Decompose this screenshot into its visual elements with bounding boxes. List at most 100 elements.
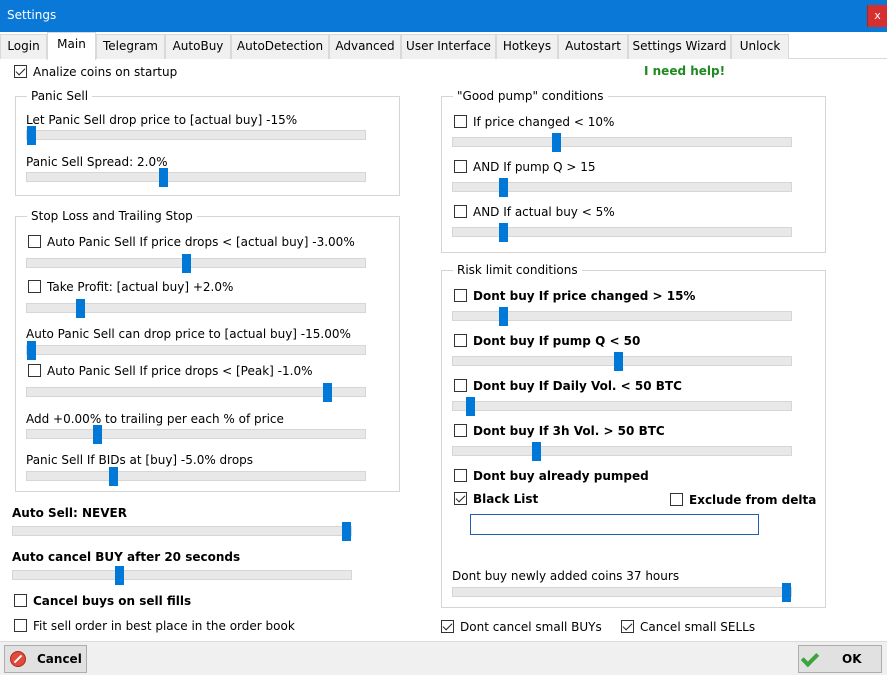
take-profit-label: Take Profit: [actual buy] +2.0%	[47, 280, 234, 294]
slider-thumb[interactable]	[27, 126, 36, 145]
gp-actual-buy-label: AND If actual buy < 5%	[473, 205, 615, 219]
dont-cancel-small-buys-checkbox[interactable]	[441, 620, 454, 633]
check-icon	[800, 648, 820, 668]
ok-button-label: OK	[842, 652, 862, 666]
new-coins-slider[interactable]	[452, 583, 792, 602]
slider-thumb[interactable]	[499, 223, 508, 242]
slider-thumb[interactable]	[323, 383, 332, 402]
bids-label: Panic Sell If BIDs at [buy] -5.0% drops	[26, 453, 254, 467]
cancel-icon	[10, 651, 26, 667]
risk-pumped-label: Dont buy already pumped	[473, 469, 649, 483]
close-button[interactable]: x	[867, 5, 887, 27]
gp-price-checkbox[interactable]	[454, 115, 467, 128]
slider-thumb[interactable]	[93, 425, 102, 444]
slider-thumb[interactable]	[552, 133, 561, 152]
ok-button[interactable]: OK	[798, 645, 882, 673]
fit-sell-label: Fit sell order in best place in the orde…	[33, 619, 295, 633]
can-drop-slider[interactable]	[26, 341, 366, 360]
auto-sell-slider[interactable]	[12, 522, 352, 541]
risk-limit-title: Risk limit conditions	[453, 263, 582, 277]
tab-login[interactable]: Login	[0, 34, 47, 59]
tab-telegram[interactable]: Telegram	[96, 34, 165, 59]
cancel-button-label: Cancel	[37, 652, 82, 666]
analize-checkbox[interactable]	[14, 65, 27, 78]
tab-autodetection[interactable]: AutoDetection	[231, 34, 329, 59]
slider-thumb[interactable]	[27, 341, 36, 360]
tab-autobuy[interactable]: AutoBuy	[165, 34, 231, 59]
tab-settings-wizard[interactable]: Settings Wizard	[628, 34, 731, 59]
slider-thumb[interactable]	[109, 467, 118, 486]
peak-slider[interactable]	[26, 383, 366, 402]
risk-pumped-checkbox[interactable]	[454, 469, 467, 482]
window-title: Settings	[7, 8, 57, 22]
auto-sell-label: Auto Sell: NEVER	[12, 506, 127, 520]
risk-pump-q-label: Dont buy If pump Q < 50	[473, 334, 641, 348]
blacklist-checkbox[interactable]	[454, 492, 467, 505]
risk-pump-q-checkbox[interactable]	[454, 334, 467, 347]
slider-thumb[interactable]	[159, 168, 168, 187]
auto-panic-slider[interactable]	[26, 254, 366, 273]
exclude-delta-checkbox[interactable]	[670, 493, 683, 506]
risk-3h-vol-slider[interactable]	[452, 442, 792, 461]
can-drop-label: Auto Panic Sell can drop price to [actua…	[26, 327, 351, 341]
risk-price-checkbox[interactable]	[454, 289, 467, 302]
gp-pump-q-slider[interactable]	[452, 178, 792, 197]
gp-price-label: If price changed < 10%	[473, 115, 615, 129]
panic-spread-label: Panic Sell Spread: 2.0%	[26, 155, 168, 169]
peak-label: Auto Panic Sell If price drops < [Peak] …	[47, 364, 313, 378]
slider-thumb[interactable]	[532, 442, 541, 461]
blacklist-input[interactable]	[470, 514, 759, 535]
exclude-delta-label: Exclude from delta	[689, 493, 817, 507]
title-bar: Settings x	[0, 0, 887, 32]
tab-autostart[interactable]: Autostart	[558, 34, 628, 59]
take-profit-slider[interactable]	[26, 299, 366, 318]
risk-pump-q-slider[interactable]	[452, 352, 792, 371]
panic-spread-slider[interactable]	[26, 168, 366, 187]
cancel-button[interactable]: Cancel	[4, 645, 87, 673]
blacklist-label: Black List	[473, 492, 539, 506]
gp-pump-q-checkbox[interactable]	[454, 160, 467, 173]
tab-user-interface[interactable]: User Interface	[401, 34, 496, 59]
slider-thumb[interactable]	[466, 397, 475, 416]
risk-3h-vol-label: Dont buy If 3h Vol. > 50 BTC	[473, 424, 665, 438]
gp-actual-buy-slider[interactable]	[452, 223, 792, 242]
slider-thumb[interactable]	[499, 178, 508, 197]
cancel-small-sells-label: Cancel small SELLs	[640, 620, 756, 634]
risk-daily-vol-label: Dont buy If Daily Vol. < 50 BTC	[473, 379, 682, 393]
slider-thumb[interactable]	[76, 299, 85, 318]
panic-drop-slider[interactable]	[26, 126, 366, 145]
help-link[interactable]: I need help!	[644, 64, 725, 78]
tab-hotkeys[interactable]: Hotkeys	[496, 34, 558, 59]
slider-thumb[interactable]	[342, 522, 351, 541]
cancel-buys-label: Cancel buys on sell fills	[33, 594, 192, 608]
risk-3h-vol-checkbox[interactable]	[454, 424, 467, 437]
good-pump-title: "Good pump" conditions	[453, 89, 608, 103]
fit-sell-checkbox[interactable]	[14, 619, 27, 632]
risk-daily-vol-slider[interactable]	[452, 397, 792, 416]
slider-thumb[interactable]	[782, 583, 791, 602]
gp-pump-q-label: AND If pump Q > 15	[473, 160, 596, 174]
cancel-buys-checkbox[interactable]	[14, 594, 27, 607]
new-coins-label: Dont buy newly added coins 37 hours	[452, 569, 680, 583]
slider-thumb[interactable]	[499, 307, 508, 326]
auto-cancel-slider[interactable]	[12, 566, 352, 585]
auto-panic-checkbox[interactable]	[28, 235, 41, 248]
cancel-small-sells-checkbox[interactable]	[621, 620, 634, 633]
gp-price-slider[interactable]	[452, 133, 792, 152]
tab-advanced[interactable]: Advanced	[329, 34, 401, 59]
peak-checkbox[interactable]	[28, 364, 41, 377]
risk-daily-vol-checkbox[interactable]	[454, 379, 467, 392]
gp-actual-buy-checkbox[interactable]	[454, 205, 467, 218]
risk-price-label: Dont buy If price changed > 15%	[473, 289, 696, 303]
auto-cancel-label: Auto cancel BUY after 20 seconds	[12, 550, 241, 564]
trailing-slider[interactable]	[26, 425, 366, 444]
tab-unlock[interactable]: Unlock	[731, 34, 789, 59]
risk-price-slider[interactable]	[452, 307, 792, 326]
take-profit-checkbox[interactable]	[28, 280, 41, 293]
slider-thumb[interactable]	[115, 566, 124, 585]
bids-slider[interactable]	[26, 467, 366, 486]
tab-main[interactable]: Main	[47, 32, 96, 60]
slider-thumb[interactable]	[614, 352, 623, 371]
slider-thumb[interactable]	[182, 254, 191, 273]
bottom-bar: Cancel OK	[0, 641, 887, 675]
